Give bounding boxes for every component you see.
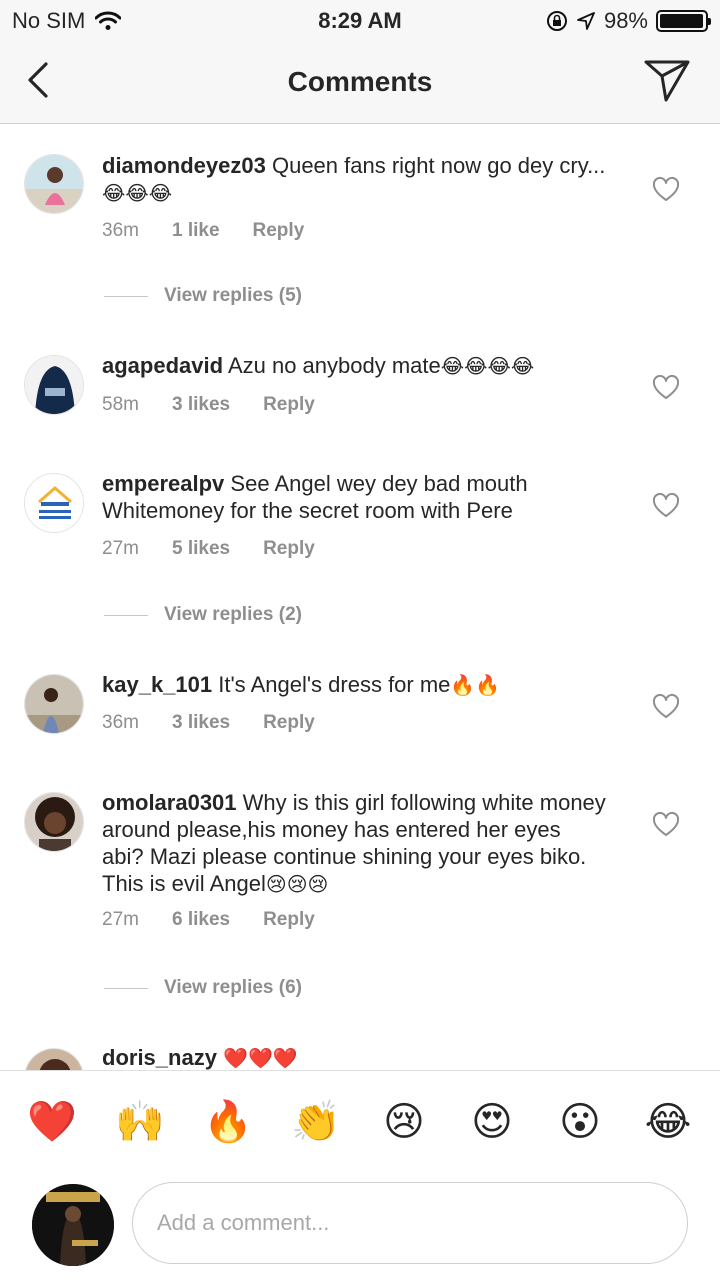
comment-likes[interactable]: 6 likes	[172, 909, 230, 931]
comment-username[interactable]: kay_k_101	[102, 672, 212, 697]
status-bar: No SIM 8:29 AM 98%	[0, 0, 720, 40]
heart-outline-icon[interactable]	[652, 374, 680, 402]
view-replies-divider	[104, 295, 148, 297]
avatar-photo-icon	[25, 1049, 83, 1070]
comment-body: Queen fans right now go dey cry...	[271, 153, 606, 178]
reply-button[interactable]: Reply	[253, 220, 305, 242]
comment-meta: 58m 3 likes Reply	[102, 394, 348, 416]
surprised-emoji-button[interactable]: 😮	[555, 1097, 605, 1147]
reply-button[interactable]: Reply	[263, 909, 315, 931]
comment-likes[interactable]: 3 likes	[172, 712, 230, 734]
comment-likes[interactable]: 1 like	[172, 220, 220, 242]
avatar[interactable]	[24, 792, 84, 852]
heart-outline-icon[interactable]	[652, 693, 680, 721]
quick-reactions-bar: ❤️ 🙌 🔥 👏 😢 😍 😮 😂	[0, 1070, 720, 1170]
clapping-emoji-button[interactable]: 👏	[291, 1097, 341, 1147]
heart-outline-icon[interactable]	[652, 176, 680, 204]
comment-time: 27m	[102, 538, 139, 559]
view-replies-button[interactable]: View replies (2)	[104, 604, 302, 626]
comment-username[interactable]: omolara0301	[102, 790, 237, 815]
avatar-photo-icon	[25, 675, 83, 733]
avatar[interactable]	[24, 1048, 84, 1070]
comment-text: emperealpv See Angel wey dey bad mouth W…	[102, 470, 607, 526]
comment-likes[interactable]: 3 likes	[172, 394, 230, 416]
view-replies-button[interactable]: View replies (6)	[104, 977, 302, 999]
comment-emoji: 🔥🔥	[450, 675, 501, 697]
rotation-lock-icon	[546, 11, 567, 31]
battery-fill	[660, 14, 704, 28]
comment-body: It's Angel's dress for me	[218, 672, 451, 697]
comment-text: kay_k_101 It's Angel's dress for me🔥🔥	[102, 671, 607, 700]
nav-bar: Comments	[0, 40, 720, 124]
comment-username[interactable]: doris_nazy	[102, 1045, 217, 1070]
comment-emoji: 😢😢😢	[265, 874, 329, 896]
avatar[interactable]	[24, 473, 84, 533]
page-title: Comments	[287, 66, 433, 97]
view-replies-label: View replies (2)	[164, 604, 302, 625]
comment-meta: 27m 6 likes Reply	[102, 909, 348, 931]
status-right: 98%	[546, 8, 711, 34]
comment-composer	[0, 1170, 720, 1280]
comment-text: omolara0301 Why is this girl following w…	[102, 789, 607, 899]
comment-text: diamondeyez03 Queen fans right now go de…	[102, 152, 607, 208]
comment-time: 36m	[102, 220, 139, 241]
avatar[interactable]	[24, 355, 84, 415]
current-user-avatar	[32, 1184, 114, 1266]
view-replies-button[interactable]: View replies (5)	[104, 285, 302, 307]
reply-button[interactable]: Reply	[263, 538, 315, 560]
avatar[interactable]	[24, 154, 84, 214]
raising-hands-emoji-button[interactable]: 🙌	[115, 1097, 165, 1147]
comment-meta: 36m 3 likes Reply	[102, 712, 348, 734]
comment-body: Azu no anybody mate	[227, 353, 441, 378]
comment-username[interactable]: emperealpv	[102, 471, 224, 496]
avatar-photo-icon	[25, 155, 83, 213]
comment-username[interactable]: diamondeyez03	[102, 153, 266, 178]
comment-text: doris_nazy ❤️❤️❤️	[102, 1044, 607, 1070]
avatar[interactable]	[24, 674, 84, 734]
view-replies-divider	[104, 987, 148, 989]
avatar-photo-icon	[25, 793, 83, 851]
location-icon	[577, 12, 595, 30]
comment-time: 58m	[102, 394, 139, 415]
comment-meta: 36m 1 like Reply	[102, 220, 337, 242]
reply-button[interactable]: Reply	[263, 712, 315, 734]
heart-outline-icon[interactable]	[652, 811, 680, 839]
heart-eyes-emoji-button[interactable]: 😍	[467, 1097, 517, 1147]
view-replies-divider	[104, 614, 148, 616]
comments-list[interactable]: diamondeyez03 Queen fans right now go de…	[0, 124, 720, 1070]
comment-text: agapedavid Azu no anybody mate😂😂😂😂	[102, 352, 607, 381]
paper-plane-icon[interactable]	[642, 56, 692, 104]
view-replies-label: View replies (6)	[164, 977, 302, 998]
heart-outline-icon[interactable]	[652, 492, 680, 520]
laughing-emoji-button[interactable]: 😂	[643, 1097, 693, 1147]
logo-icon	[25, 474, 83, 532]
reply-button[interactable]: Reply	[263, 394, 315, 416]
crying-emoji-button[interactable]: 😢	[379, 1097, 429, 1147]
heart-emoji-button[interactable]: ❤️	[27, 1097, 77, 1147]
comment-emoji: 😂😂😂	[102, 183, 173, 205]
comment-time: 27m	[102, 909, 139, 930]
comment-username[interactable]: agapedavid	[102, 353, 223, 378]
profile-picture-icon	[32, 1184, 114, 1266]
battery-percent: 98%	[603, 8, 648, 33]
comment-input[interactable]	[132, 1182, 688, 1264]
comment-emoji: 😂😂😂😂	[440, 356, 535, 378]
comment-emoji: ❤️❤️❤️	[223, 1048, 298, 1070]
battery-icon	[656, 10, 711, 32]
comment-likes[interactable]: 5 likes	[172, 538, 230, 560]
comment-meta: 27m 5 likes Reply	[102, 538, 348, 560]
view-replies-label: View replies (5)	[164, 285, 302, 306]
fire-emoji-button[interactable]: 🔥	[203, 1097, 253, 1147]
comment-time: 36m	[102, 712, 139, 733]
avatar-photo-icon	[25, 356, 83, 414]
